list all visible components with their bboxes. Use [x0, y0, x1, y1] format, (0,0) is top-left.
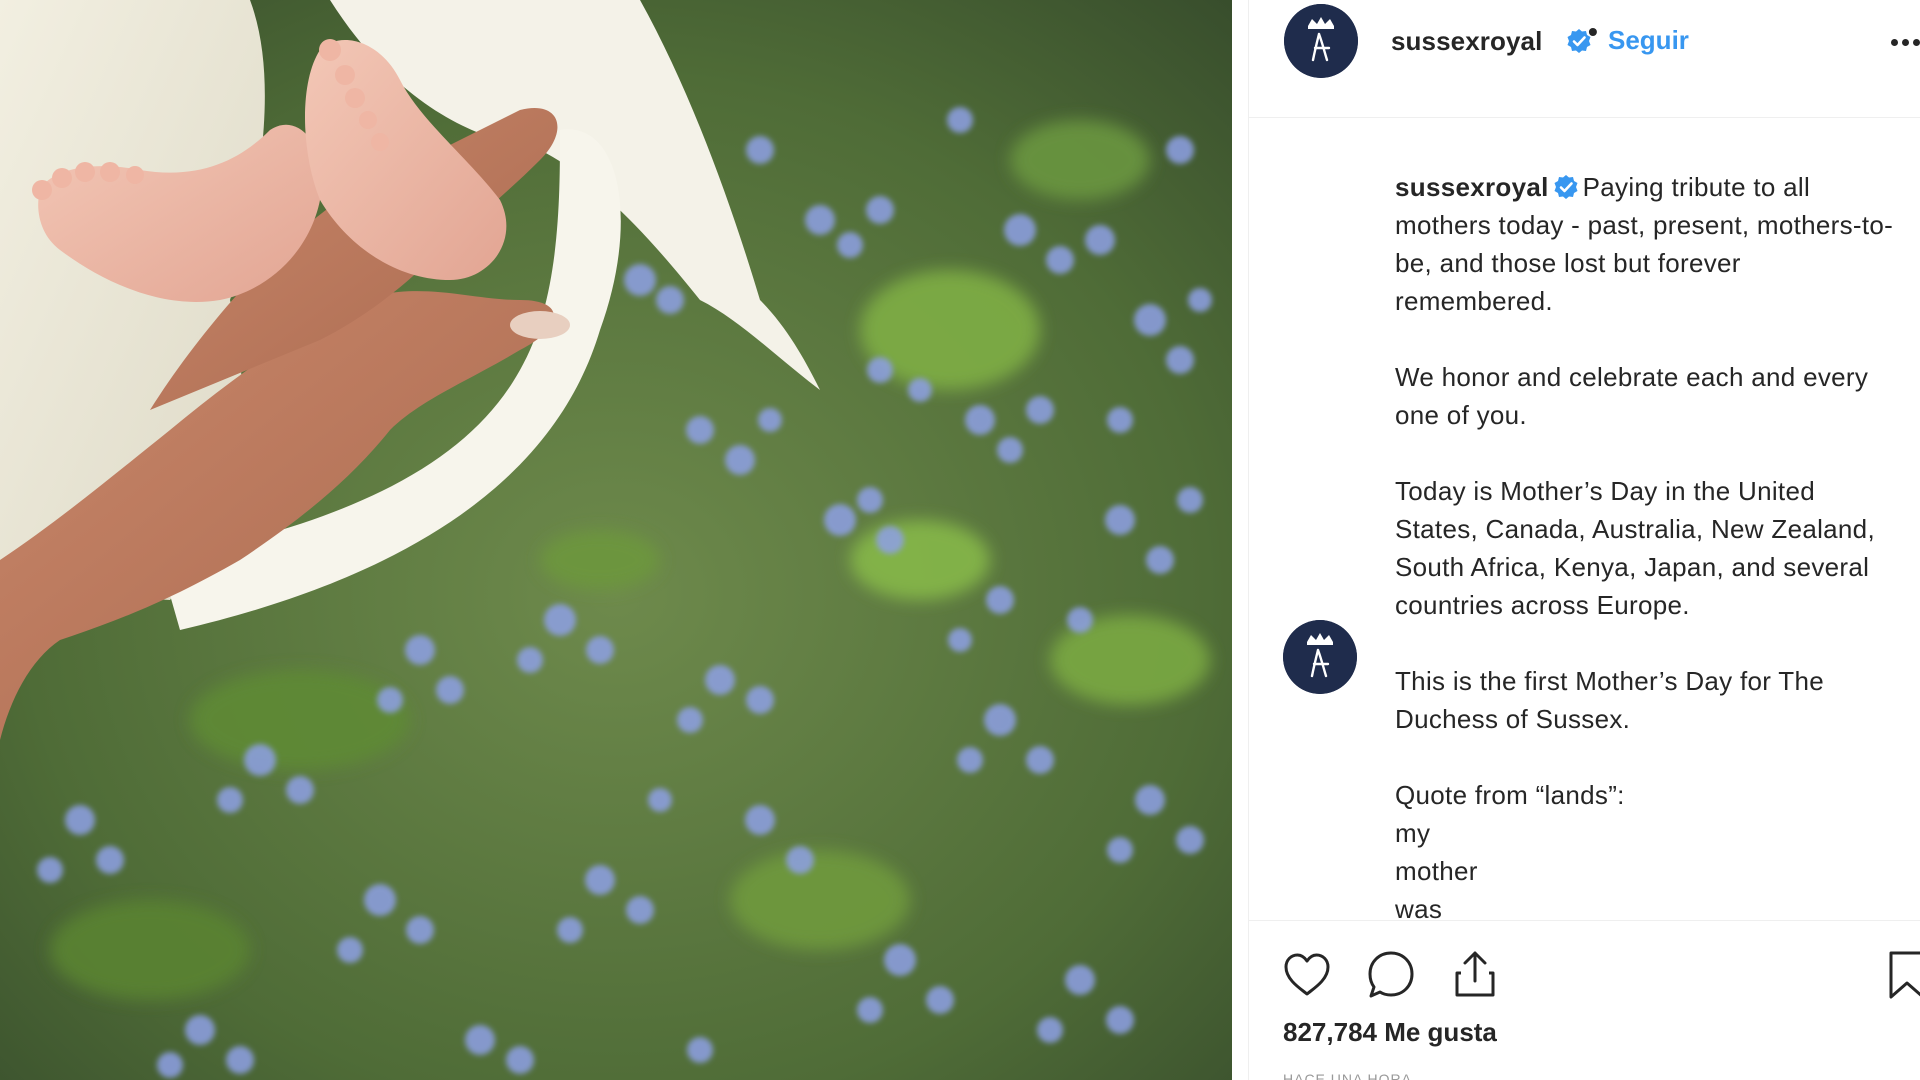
header-separator: •	[1588, 16, 1598, 47]
caption-poem-line: my	[1395, 818, 1431, 848]
post-caption: sussexroyal Paying tribute to all mothers…	[1395, 168, 1895, 920]
post-photo-image	[0, 0, 1232, 1080]
post-side-panel: sussexroyal • Seguir sussexroyal Paying t…	[1248, 0, 1920, 1080]
post-photo[interactable]	[0, 0, 1232, 1080]
bookmark-icon[interactable]	[1879, 947, 1920, 1003]
post-actions: 827,784 Me gusta HACE UNA HORA	[1249, 920, 1920, 1080]
royal-monogram-icon	[1283, 620, 1357, 694]
caption-quote-intro: Quote from “lands”:	[1395, 780, 1625, 810]
caption-paragraph: This is the first Mother’s Day for The D…	[1395, 666, 1824, 734]
caption-paragraph: We honor and celebrate each and every on…	[1395, 362, 1869, 430]
comment-bubble-icon[interactable]	[1363, 947, 1419, 1003]
verified-badge-icon	[1553, 174, 1579, 200]
caption-username[interactable]: sussexroyal	[1395, 172, 1549, 202]
avatar[interactable]	[1283, 620, 1357, 694]
photo-panel-gap	[1232, 0, 1248, 1080]
post-header: sussexroyal • Seguir	[1249, 0, 1920, 118]
caption-paragraph: Today is Mother’s Day in the United Stat…	[1395, 476, 1875, 620]
caption-poem-line: was	[1395, 894, 1443, 920]
header-username[interactable]: sussexroyal	[1391, 26, 1542, 57]
share-upload-icon[interactable]	[1447, 945, 1503, 1001]
follow-button[interactable]: Seguir	[1608, 25, 1689, 56]
caption-area: sussexroyal Paying tribute to all mothers…	[1249, 118, 1920, 920]
heart-icon[interactable]	[1279, 947, 1335, 1003]
caption-first-paragraph: sussexroyal Paying tribute to all mothers…	[1395, 168, 1895, 320]
avatar[interactable]	[1284, 4, 1358, 78]
royal-monogram-icon	[1284, 4, 1358, 78]
caption-poem-line: mother	[1395, 856, 1478, 886]
post-timestamp: HACE UNA HORA	[1283, 1071, 1412, 1080]
more-options-icon[interactable]	[1889, 26, 1920, 56]
likes-count[interactable]: 827,784 Me gusta	[1283, 1017, 1497, 1048]
